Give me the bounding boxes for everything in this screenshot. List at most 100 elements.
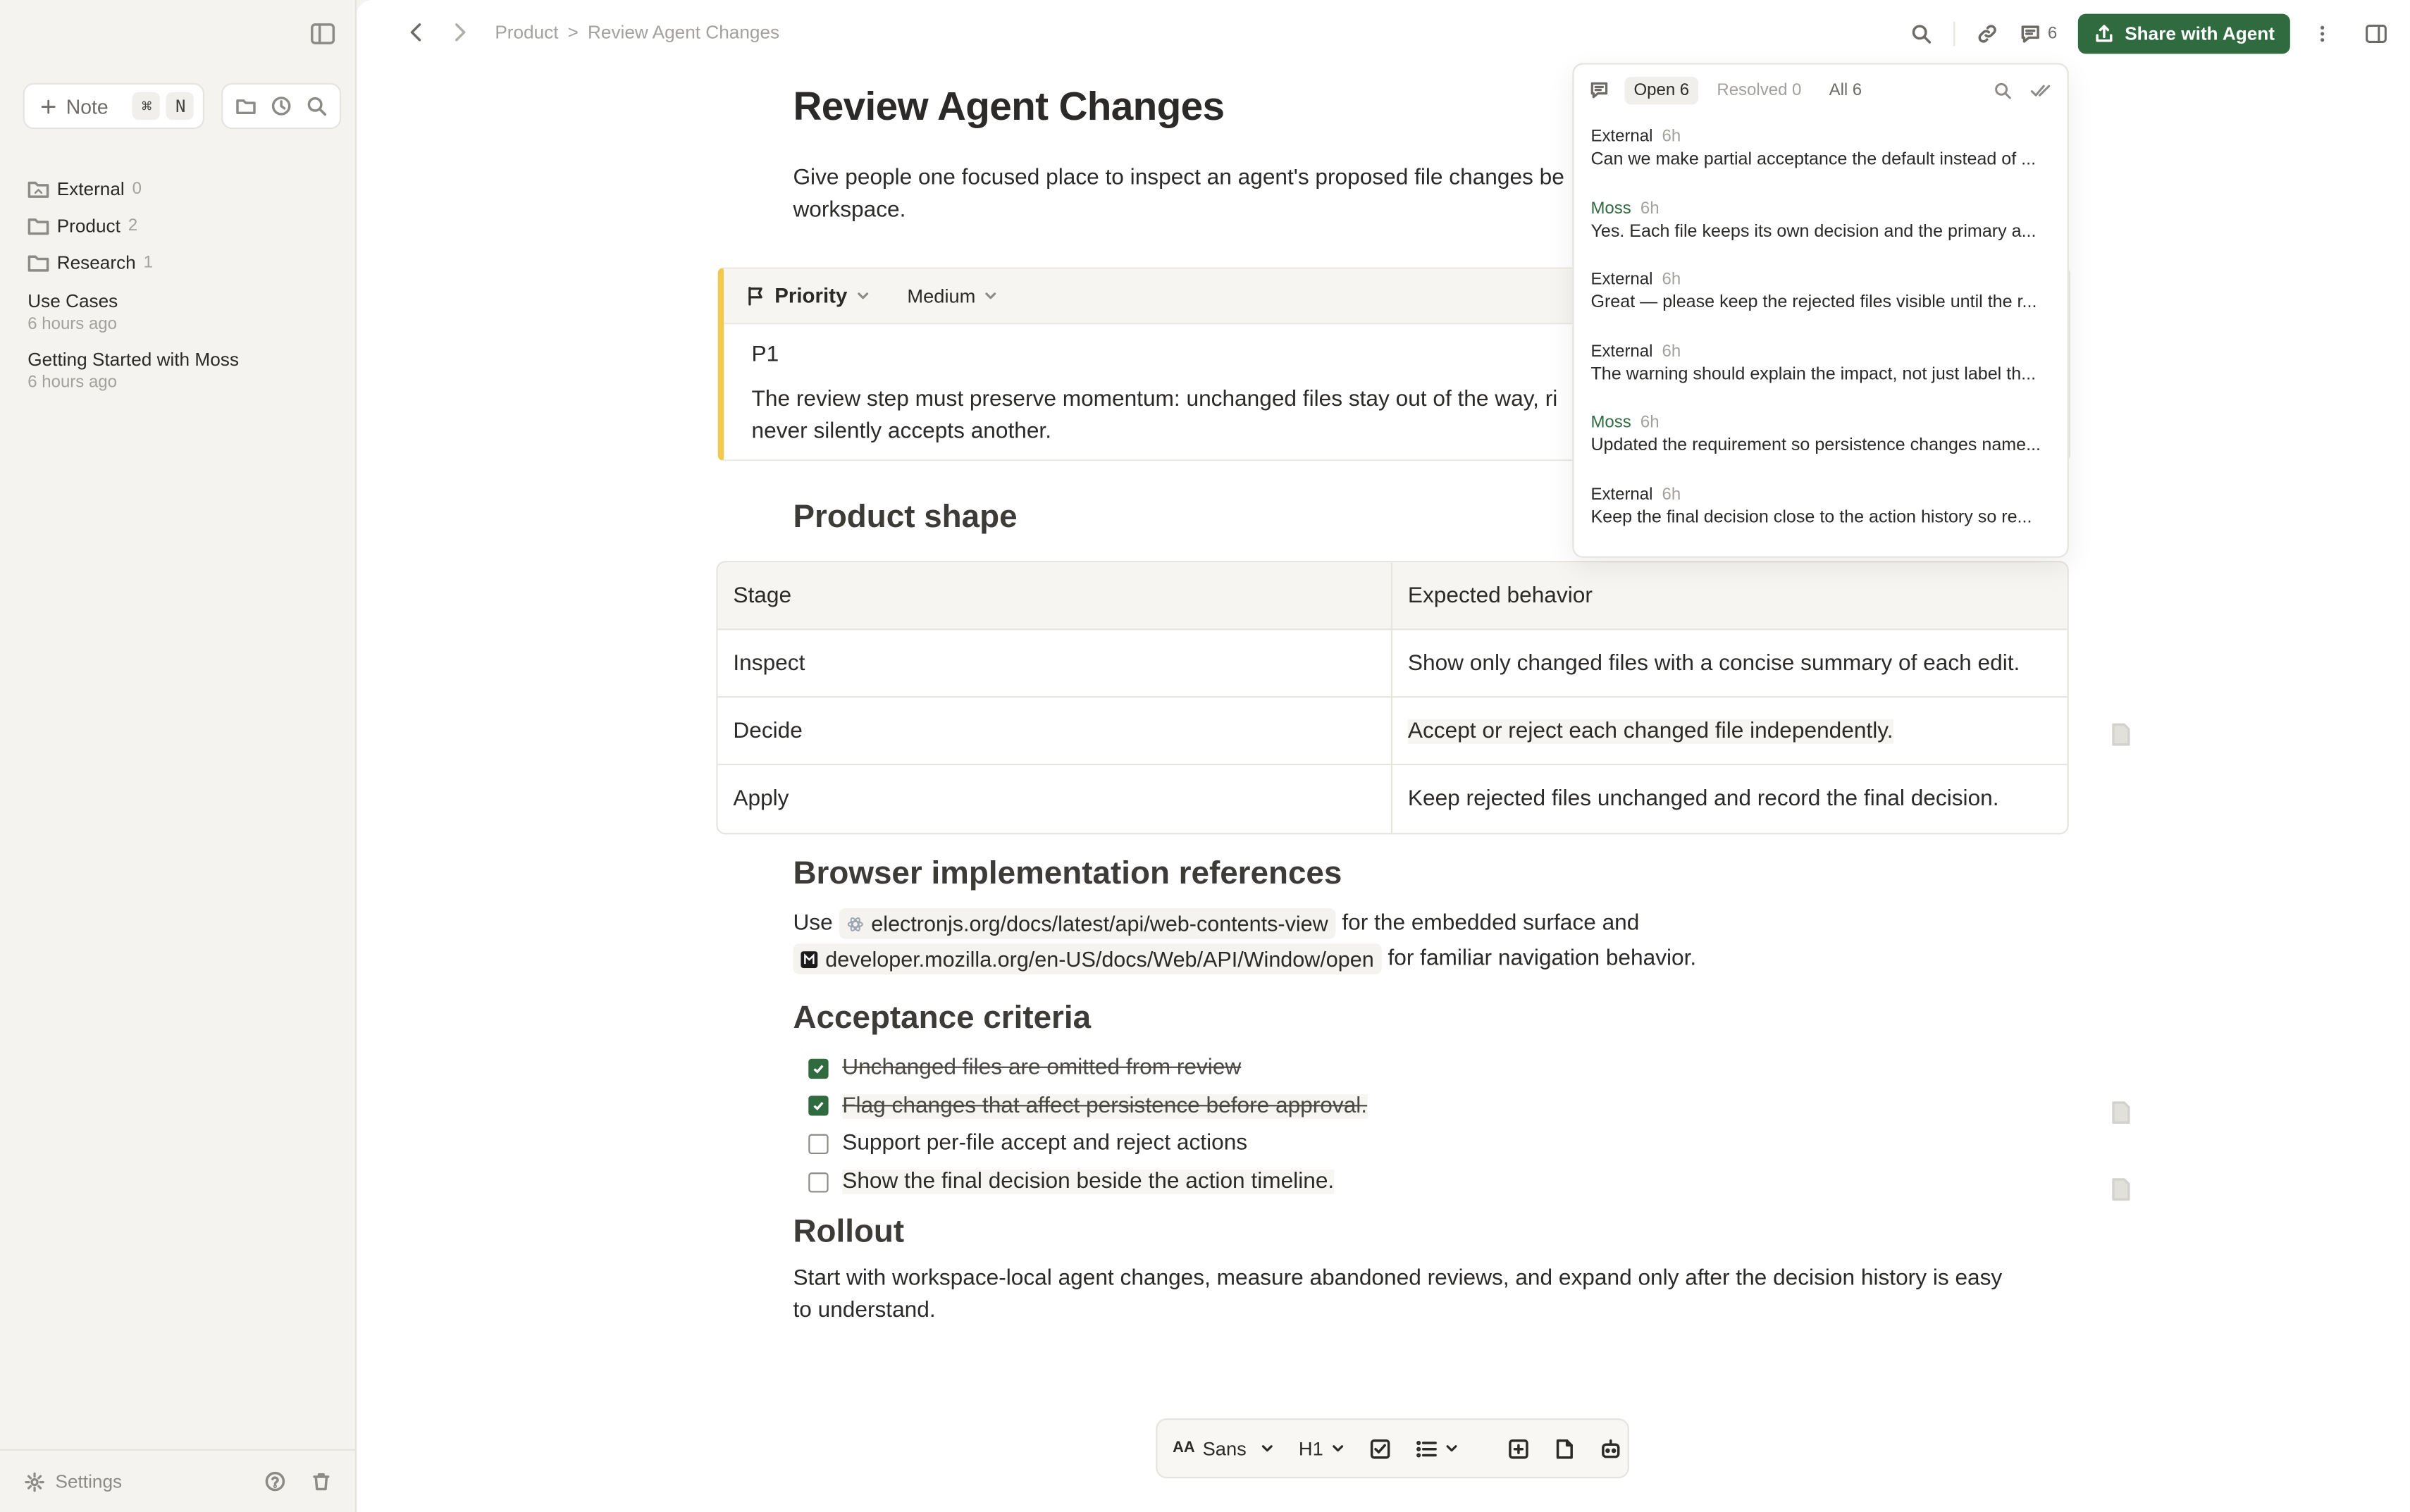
priority-value: Medium (907, 285, 976, 307)
checkbox[interactable] (808, 1134, 829, 1154)
priority-label[interactable]: Priority (774, 285, 847, 308)
checkbox[interactable] (808, 1172, 829, 1192)
topbar-actions: 6 Share with Agent (1911, 13, 2389, 54)
section-heading[interactable]: Acceptance criteria (793, 1000, 1091, 1037)
trash-icon[interactable] (311, 1470, 333, 1492)
text: for familiar navigation behavior. (1388, 946, 1697, 972)
comment-author: External (1590, 271, 1653, 290)
checklist-text[interactable]: Unchanged files are omitted from review (842, 1056, 1241, 1081)
link-chip[interactable]: electronjs.org/docs/latest/api/web-conte… (839, 908, 1336, 940)
tab-count: 6 (1679, 80, 1690, 99)
tab-resolved[interactable]: Resolved 0 (1707, 76, 1810, 104)
back-arrow-icon[interactable] (406, 22, 428, 44)
comment-item[interactable]: Moss 6h Updated the requirement so persis… (1574, 402, 2067, 473)
checklist-text[interactable]: Show the final decision beside the actio… (842, 1169, 1335, 1194)
checkbox-checked[interactable] (808, 1096, 829, 1117)
section-heading[interactable]: Browser implementation references (793, 856, 1342, 893)
share-label: Share with Agent (2125, 23, 2275, 45)
comment-item[interactable]: Moss 6h Yes. Each file keeps its own deci… (1574, 187, 2067, 259)
table-header-cell[interactable]: Expected behavior (1392, 562, 2068, 631)
sidebar-folder-external[interactable]: External 0 (27, 171, 335, 207)
link-text: electronjs.org/docs/latest/api/web-conte… (871, 910, 1328, 936)
table-row: Apply Keep rejected files unchanged and … (718, 765, 2068, 834)
text: Use (793, 911, 833, 936)
tab-label: All (1829, 80, 1848, 99)
references-paragraph[interactable]: Use electronjs.org/docs/latest/api/web-c… (793, 907, 2053, 977)
sidebar-doc-item[interactable]: Getting Started with Moss 6 hours ago (27, 349, 335, 392)
table-header-cell[interactable]: Stage (717, 562, 1393, 631)
checkbox-format-icon[interactable] (1369, 1437, 1391, 1459)
comment-marker-icon[interactable] (2111, 722, 2132, 747)
rollout-paragraph[interactable]: Start with workspace-local agent changes… (793, 1263, 2007, 1328)
table-header-row: Stage Expected behavior (717, 562, 2068, 631)
new-note-label: Note (66, 94, 109, 118)
link-chip[interactable]: developer.mozilla.org/en-US/docs/Web/API… (793, 943, 1382, 975)
search-icon[interactable] (1994, 81, 2012, 99)
list-select[interactable] (1416, 1437, 1459, 1459)
more-vertical-icon[interactable] (2311, 23, 2333, 45)
heading-select[interactable]: H1 (1299, 1437, 1345, 1459)
intro-paragraph[interactable]: Give people one focused place to inspect… (793, 163, 1653, 228)
link-icon[interactable] (1977, 23, 1999, 45)
shortcut-key: ⌘ (132, 92, 161, 120)
table-cell[interactable]: Inspect (717, 630, 1393, 698)
settings-link[interactable]: Settings (56, 1470, 123, 1492)
table-cell[interactable]: Show only changed files with a concise s… (1392, 630, 2068, 698)
table-cell[interactable]: Accept or reject each changed file indep… (1392, 698, 2068, 766)
sidebar-doc-item[interactable]: Use Cases 6 hours ago (27, 290, 335, 333)
insert-block-icon[interactable] (1508, 1437, 1530, 1459)
font-select[interactable]: AA Sans (1173, 1437, 1274, 1459)
comment-text: The warning should explain the impact, n… (1590, 365, 2037, 384)
page-icon[interactable] (1554, 1437, 1576, 1459)
search-icon[interactable] (305, 95, 327, 117)
priority-select[interactable]: Medium (907, 285, 997, 307)
checklist-text[interactable]: Support per-file accept and reject actio… (842, 1132, 1247, 1156)
sidebar-folder-research[interactable]: Research 1 (27, 244, 335, 281)
tab-all[interactable]: All 6 (1819, 76, 1871, 104)
tab-open[interactable]: Open 6 (1624, 75, 1699, 104)
share-with-agent-button[interactable]: Share with Agent (2078, 13, 2290, 54)
new-note-button[interactable]: Note ⌘ N (23, 82, 205, 130)
help-icon[interactable] (264, 1470, 286, 1492)
table-cell[interactable]: Keep rejected files unchanged and record… (1392, 765, 2068, 833)
checkbox-checked[interactable] (808, 1058, 829, 1079)
comment-item[interactable]: External 6h The warning should explain th… (1574, 330, 2067, 402)
commented-text[interactable]: Accept or reject each changed file indep… (1408, 718, 1893, 743)
right-panel-toggle-icon[interactable] (2364, 23, 2389, 45)
breadcrumb-item[interactable]: Product (495, 22, 558, 44)
checklist-item: Unchanged files are omitted from review (808, 1050, 1367, 1088)
table-cell[interactable]: Apply (718, 765, 1393, 834)
agent-icon[interactable] (1600, 1437, 1621, 1459)
comment-marker-icon[interactable] (2111, 1101, 2132, 1125)
comment-icon (1589, 80, 1609, 99)
section-heading[interactable]: Product shape (793, 500, 1017, 536)
comment-age: 6h (1640, 414, 1660, 433)
comment-author: Moss (1590, 199, 1631, 218)
comment-text: Keep the final decision close to the act… (1590, 508, 2032, 528)
breadcrumb-item[interactable]: Review Agent Changes (588, 22, 779, 44)
comment-author: External (1590, 342, 1653, 361)
flag-icon (746, 286, 765, 306)
section-heading[interactable]: Rollout (793, 1214, 904, 1251)
comment-item[interactable]: External 6h Can we make partial acceptanc… (1574, 116, 2067, 187)
checklist-text[interactable]: Flag changes that affect persistence bef… (842, 1093, 1368, 1119)
comments-button[interactable]: 6 (2020, 23, 2057, 45)
checklist: Unchanged files are omitted from review … (808, 1050, 1368, 1201)
comment-marker-icon[interactable] (2111, 1177, 2132, 1202)
history-icon[interactable] (271, 95, 292, 117)
table-row: Inspect Show only changed files with a c… (717, 630, 2068, 698)
sidebar-toggle-icon[interactable] (309, 22, 336, 47)
comment-item[interactable]: External 6h Keep the final decision close… (1574, 473, 2067, 545)
sidebar-folder-product[interactable]: Product 2 (27, 207, 335, 244)
folder-icon (27, 254, 49, 272)
resolve-all-icon[interactable] (2030, 81, 2052, 99)
shared-folder-icon (27, 180, 49, 198)
search-icon[interactable] (1911, 23, 1933, 45)
format-toolbar: AA Sans H1 (1156, 1418, 1629, 1479)
chevron-down-icon[interactable] (856, 289, 870, 303)
comment-item[interactable]: External 6h Great — please keep the rejec… (1574, 259, 2067, 330)
forward-arrow-icon[interactable] (449, 22, 471, 44)
folder-count: 1 (143, 253, 153, 273)
table-cell[interactable]: Decide (717, 698, 1393, 766)
new-folder-icon[interactable] (235, 95, 257, 117)
